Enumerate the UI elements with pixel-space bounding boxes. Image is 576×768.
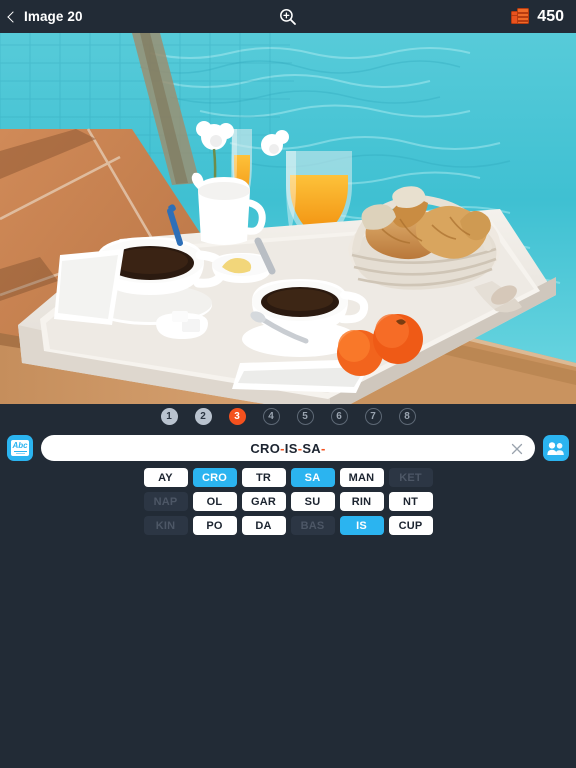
tile-label: BAS xyxy=(300,519,325,532)
progress-dot-label: 8 xyxy=(404,411,410,422)
progress-dot-label: 3 xyxy=(234,411,240,422)
tile-label: DA xyxy=(255,519,272,532)
answer-separator-3: - xyxy=(321,440,326,456)
tile-nap: NAP xyxy=(143,492,188,511)
syllable-tile-grid: AY CRO TR SA MAN KET NAP OL GAR SU RIN N… xyxy=(0,468,576,535)
tile-label: SA xyxy=(304,471,321,484)
tile-ket: KET xyxy=(388,468,433,487)
progress-dot-6[interactable]: 6 xyxy=(330,408,348,425)
tile-cro[interactable]: CRO xyxy=(192,468,237,487)
back-button[interactable]: Image 20 xyxy=(0,0,83,33)
level-progress-dots: 1 2 3 4 5 6 7 8 xyxy=(0,404,576,429)
tile-label: GAR xyxy=(250,495,277,508)
tile-label: IS xyxy=(356,519,367,532)
progress-dot-3[interactable]: 3 xyxy=(228,408,246,425)
tile-row-2: NAP OL GAR SU RIN NT xyxy=(143,492,433,511)
tile-po[interactable]: PO xyxy=(192,516,237,535)
tile-rin[interactable]: RIN xyxy=(339,492,384,511)
tile-bas: BAS xyxy=(290,516,335,535)
answer-syllable-2: IS xyxy=(284,440,298,456)
progress-dot-label: 1 xyxy=(166,411,172,422)
answer-syllable-1: CRO xyxy=(250,440,281,456)
puzzle-image-graphic xyxy=(0,33,576,404)
tile-label: CUP xyxy=(398,519,423,532)
app-root: Image 20 450 1 2 3 4 5 6 7 8 Abc CRO-IS-… xyxy=(0,0,576,768)
progress-dot-8[interactable]: 8 xyxy=(398,408,416,425)
tile-gar[interactable]: GAR xyxy=(241,492,286,511)
tile-da[interactable]: DA xyxy=(241,516,286,535)
tile-label: OL xyxy=(206,495,223,508)
two-people-icon xyxy=(547,441,564,455)
progress-dot-label: 4 xyxy=(268,411,274,422)
tile-label: KIN xyxy=(155,519,176,532)
page-title: Image 20 xyxy=(24,9,83,24)
tile-label: RIN xyxy=(351,495,372,508)
magnifier-plus-icon xyxy=(280,8,296,25)
tile-label: PO xyxy=(206,519,223,532)
tile-label: MAN xyxy=(348,471,375,484)
tile-label: SU xyxy=(304,495,321,508)
puzzle-image[interactable] xyxy=(0,33,576,404)
hint-dictionary-button[interactable]: Abc xyxy=(7,435,33,461)
tile-label: TR xyxy=(255,471,272,484)
answer-bar: Abc CRO-IS-SA- xyxy=(0,430,576,466)
tile-su[interactable]: SU xyxy=(290,492,335,511)
tile-label: NAP xyxy=(153,495,178,508)
answer-input[interactable]: CRO-IS-SA- xyxy=(41,435,535,461)
tile-ol[interactable]: OL xyxy=(192,492,237,511)
close-x-icon xyxy=(511,443,523,455)
tile-cup[interactable]: CUP xyxy=(388,516,433,535)
tile-is[interactable]: IS xyxy=(339,516,384,535)
tile-label: CRO xyxy=(201,471,228,484)
tile-ay[interactable]: AY xyxy=(143,468,188,487)
tile-label: NT xyxy=(402,495,419,508)
tile-row-3: KIN PO DA BAS IS CUP xyxy=(143,516,433,535)
progress-dot-label: 2 xyxy=(200,411,206,422)
progress-dot-1[interactable]: 1 xyxy=(160,408,178,425)
tile-sa[interactable]: SA xyxy=(290,468,335,487)
tile-label: AY xyxy=(158,471,173,484)
progress-dot-label: 6 xyxy=(336,411,342,422)
progress-dot-label: 5 xyxy=(302,411,308,422)
tile-kin: KIN xyxy=(143,516,188,535)
coin-stack-icon xyxy=(511,8,530,25)
tile-row-1: AY CRO TR SA MAN KET xyxy=(143,468,433,487)
tile-tr[interactable]: TR xyxy=(241,468,286,487)
clear-answer-button[interactable] xyxy=(511,442,523,455)
coin-balance[interactable]: 450 xyxy=(511,0,564,33)
tile-label: KET xyxy=(399,471,422,484)
zoom-image-button[interactable] xyxy=(268,0,308,33)
coin-count-label: 450 xyxy=(537,7,564,25)
progress-dot-2[interactable]: 2 xyxy=(194,408,212,425)
chevron-left-icon xyxy=(7,10,19,23)
progress-dot-7[interactable]: 7 xyxy=(364,408,382,425)
abc-dictionary-icon: Abc xyxy=(11,440,29,456)
answer-syllable-3: SA xyxy=(302,440,321,456)
tile-man[interactable]: MAN xyxy=(339,468,384,487)
answer-text: CRO-IS-SA- xyxy=(250,441,325,456)
top-bar: Image 20 450 xyxy=(0,0,576,33)
tile-nt[interactable]: NT xyxy=(388,492,433,511)
progress-dot-4[interactable]: 4 xyxy=(262,408,280,425)
progress-dot-label: 7 xyxy=(370,411,376,422)
progress-dot-5[interactable]: 5 xyxy=(296,408,314,425)
ask-friends-button[interactable] xyxy=(543,435,569,461)
